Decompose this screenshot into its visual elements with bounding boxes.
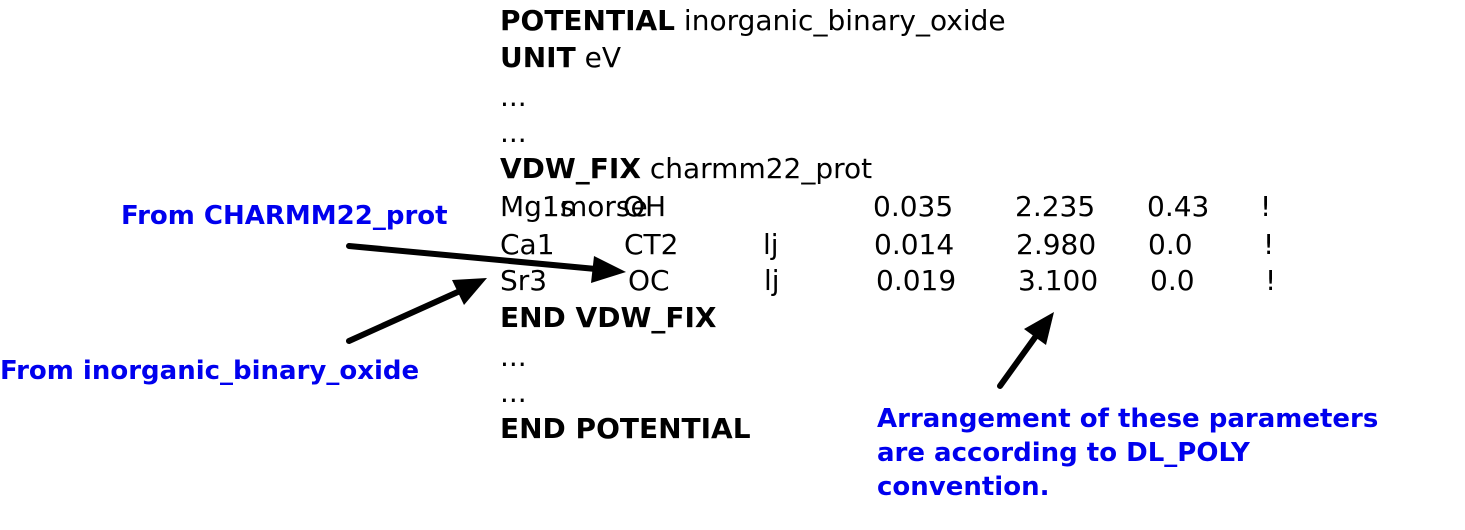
arrow-inorganic-to-sr3 (346, 278, 487, 344)
arrows-layer (346, 243, 1054, 389)
arrow-arrangement-to-params (997, 312, 1054, 389)
arrow-charmm-to-oc (346, 243, 626, 283)
